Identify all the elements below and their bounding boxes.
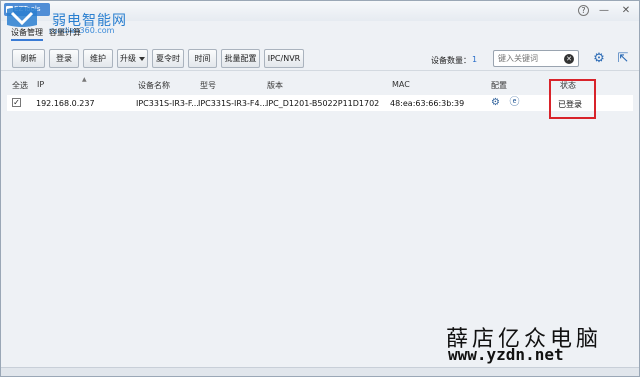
status-bar <box>1 367 639 376</box>
watermark-url: www.yzdn.net <box>448 345 564 364</box>
dst-button[interactable]: 夏令时 <box>152 49 184 68</box>
mac-header[interactable]: MAC <box>392 80 410 89</box>
version-cell: IPC_D1201-B5022P11D1702 <box>266 99 380 108</box>
search-input[interactable] <box>494 51 562 66</box>
batch-config-button[interactable]: 批量配置 <box>221 49 260 68</box>
refresh-button[interactable]: 刷新 <box>12 49 45 68</box>
device-config-gear-icon[interactable]: ⚙ <box>490 97 501 108</box>
upgrade-dropdown[interactable]: 升级 <box>117 49 148 68</box>
maintain-button[interactable]: 维护 <box>83 49 113 68</box>
close-button[interactable]: ✕ <box>619 4 633 18</box>
chevron-down-icon <box>139 56 145 61</box>
mac-cell: 48:ea:63:66:3b:39 <box>390 99 465 108</box>
search-box: ✕ <box>493 50 579 67</box>
table-header: 全选 IP ▲ 设备名称 型号 版本 MAC 配置 状态 <box>1 76 639 93</box>
model-header[interactable]: 型号 <box>200 80 216 91</box>
time-button[interactable]: 时间 <box>188 49 217 68</box>
web-browser-icon[interactable]: ⓔ <box>509 97 520 108</box>
login-button[interactable]: 登录 <box>49 49 79 68</box>
export-icon[interactable]: ⇱ <box>616 52 630 66</box>
minimize-button[interactable]: — <box>597 4 611 18</box>
menu-capacity-calc[interactable]: 容量计算 <box>49 27 81 38</box>
menu-bar: 设备管理 容量计算 <box>1 21 639 41</box>
upgrade-label: 升级 <box>120 54 136 63</box>
window-controls: ? — ✕ <box>578 4 633 18</box>
app-window: EZTools ? — ✕ 弱电智能网 ruodian360.com 设备管理 … <box>0 0 640 377</box>
ip-cell: 192.168.0.237 <box>36 99 95 108</box>
sort-caret-icon: ▲ <box>82 76 87 83</box>
help-button[interactable]: ? <box>578 5 589 16</box>
clear-search-icon[interactable]: ✕ <box>564 54 574 64</box>
device-count-value: 1 <box>472 55 478 64</box>
status-highlight-box <box>549 79 596 119</box>
select-all-header[interactable]: 全选 <box>12 80 28 91</box>
settings-gear-icon[interactable]: ⚙ <box>592 52 606 66</box>
row-checkbox[interactable]: ✓ <box>12 98 21 107</box>
table-row[interactable]: ✓ 192.168.0.237 IPC331S-IR3-F... IPC331S… <box>7 95 633 111</box>
device-count-label: 设备数量： <box>431 56 471 65</box>
device-name-cell: IPC331S-IR3-F... <box>136 99 199 108</box>
device-name-header[interactable]: 设备名称 <box>138 80 170 91</box>
config-header: 配置 <box>491 81 507 90</box>
menu-device-management[interactable]: 设备管理 <box>11 27 43 41</box>
model-cell: IPC331S-IR3-F4... <box>198 99 268 108</box>
ipc-nvr-button[interactable]: IPC/NVR <box>264 49 304 68</box>
version-header[interactable]: 版本 <box>267 80 283 91</box>
ip-header[interactable]: IP <box>37 80 44 89</box>
